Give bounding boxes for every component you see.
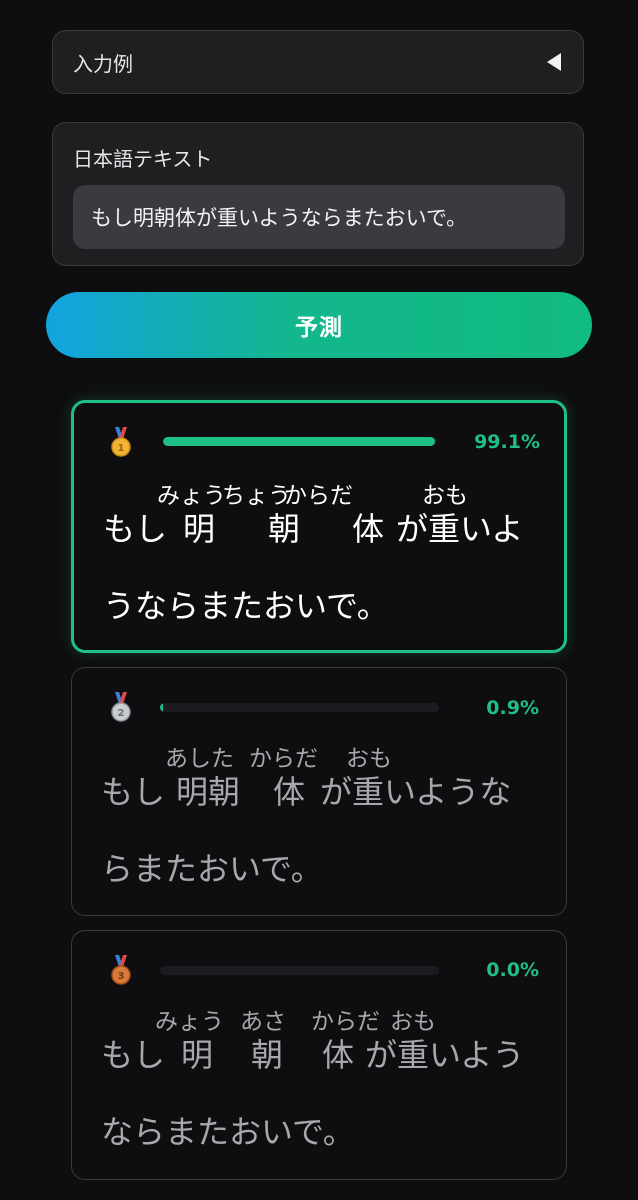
score-bar [160,966,439,975]
result-card-3: 3 0.0% みょう あさ からだ おも もし 明 朝 体 が重いよう ならまた… [71,930,567,1180]
score-bar [160,703,439,712]
silver-medal-icon: 2 [111,692,131,722]
sentence-text: 体 [352,510,385,548]
sentence-text: もし [103,510,168,548]
svg-text:1: 1 [118,443,125,454]
svg-text:3: 3 [118,971,125,982]
sentence-text: 明 [181,1036,214,1074]
score-percent: 99.1% [474,431,540,453]
sentence-text: らまたおいで。 [101,850,323,888]
score-bar-fill [163,437,435,446]
examples-accordion[interactable]: 入力例 [52,30,584,94]
sentence-text: ならまたおいで。 [101,1113,355,1151]
result-card-2: 2 0.9% あした からだ おも もし 明朝 体 が重いような らまたおいで。 [71,667,567,916]
examples-label: 入力例 [73,51,133,76]
score-bar [163,437,437,446]
japanese-text-label: 日本語テキスト [73,147,213,171]
gold-medal-icon: 1 [111,427,131,457]
svg-text:2: 2 [118,708,125,719]
caret-left-icon[interactable] [547,53,561,71]
bronze-medal-icon: 3 [111,955,131,985]
sentence-text: 体 [322,1036,355,1074]
sentence-text: が重いよ [396,510,524,548]
sentence-text: が重いような [320,773,512,811]
score-percent: 0.9% [486,697,539,719]
japanese-text-panel: 日本語テキスト もし明朝体が重いようならまたおいで。 [52,122,584,266]
sentence-text: もし [101,773,166,811]
predict-button[interactable]: 予測 [46,292,592,358]
sentence-text: 体 [273,773,306,811]
sentence-text: 朝 [251,1036,284,1074]
sentence-text: 明朝 [176,773,241,811]
japanese-text-input[interactable]: もし明朝体が重いようならまたおいで。 [73,185,565,249]
sentence-text: うならまたおいで。 [103,587,389,625]
sentence-text: 朝 [268,510,301,548]
score-bar-fill [160,703,163,712]
sentence-text: 明 [183,510,216,548]
sentence-text: が重いよう [365,1036,525,1074]
sentence-text: もし [101,1036,166,1074]
score-percent: 0.0% [486,959,539,981]
result-card-1: 1 99.1% みょう ちょう からだ おも もし 明 朝 体 が重いよ うなら… [71,400,567,653]
